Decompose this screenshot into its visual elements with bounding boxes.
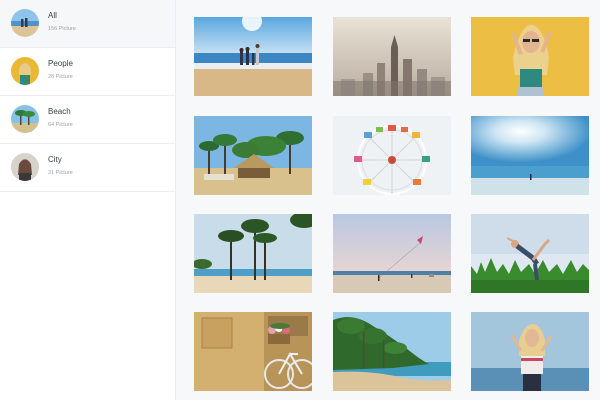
beach-people-icon [11, 9, 39, 37]
person-portrait-icon [11, 57, 39, 85]
photo-bicycle-wall[interactable] [194, 312, 312, 391]
palm-beach-icon [11, 105, 39, 133]
album-sidebar: All 156 Picture People 28 Picture Beach … [0, 0, 176, 400]
album-name: City [48, 155, 62, 164]
photo-grid [176, 0, 600, 400]
album-name: Beach [48, 107, 71, 116]
album-item-city[interactable]: City 31 Picture [0, 144, 175, 192]
album-name: All [48, 11, 57, 20]
photo-palm-resort-hut[interactable] [194, 116, 312, 195]
photo-city-skyline-fog[interactable] [333, 17, 451, 96]
photo-tropical-coast[interactable] [333, 312, 451, 391]
photo-ocean-sunburst[interactable] [471, 116, 589, 195]
city-portrait-icon [11, 153, 39, 181]
photo-ferris-wheel[interactable] [333, 116, 451, 195]
album-item-all[interactable]: All 156 Picture [0, 0, 175, 48]
album-count: 28 Picture [48, 74, 73, 80]
photo-woman-yoga-grass[interactable] [471, 214, 589, 293]
photo-palm-trees-beach[interactable] [194, 214, 312, 293]
album-item-people[interactable]: People 28 Picture [0, 48, 175, 96]
album-count: 64 Picture [48, 122, 73, 128]
photo-woman-sea-portrait[interactable] [471, 312, 589, 391]
album-count: 156 Picture [48, 26, 76, 32]
album-item-beach[interactable]: Beach 64 Picture [0, 96, 175, 144]
album-count: 31 Picture [48, 170, 73, 176]
album-name: People [48, 59, 73, 68]
photo-couple-on-beach[interactable] [194, 17, 312, 96]
photo-beach-kite[interactable] [333, 214, 451, 293]
photo-woman-yellow-wall[interactable] [471, 17, 589, 96]
